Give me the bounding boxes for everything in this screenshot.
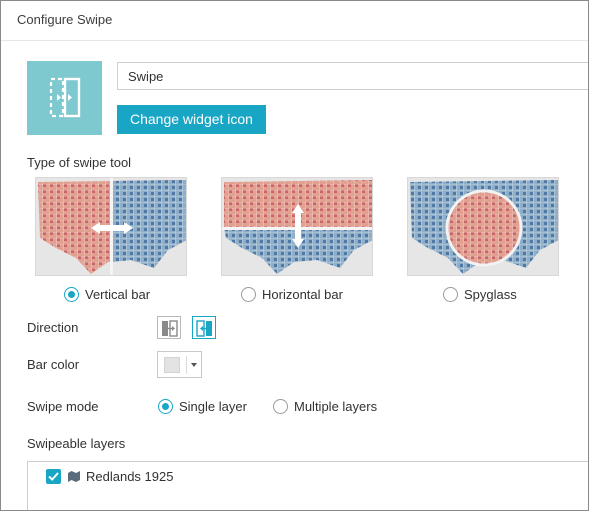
direction-left-to-right-button[interactable]	[157, 316, 181, 339]
radio-single-layer-circle[interactable]	[158, 399, 173, 414]
change-widget-icon-button[interactable]: Change widget icon	[117, 105, 266, 134]
radio-spyglass-label: Spyglass	[464, 287, 517, 302]
radio-vertical-bar-circle[interactable]	[64, 287, 79, 302]
radio-multiple-layers[interactable]: Multiple layers	[273, 399, 377, 414]
dialog-title: Configure Swipe	[17, 12, 113, 27]
swipeable-layers-list: Redlands 1925	[27, 461, 588, 510]
radio-vertical-bar-label: Vertical bar	[85, 287, 151, 302]
radio-horizontal-bar-label: Horizontal bar	[262, 287, 343, 302]
swipe-right-to-left-icon	[196, 320, 212, 337]
swipe-mode-label: Swipe mode	[27, 399, 99, 414]
radio-vertical-bar[interactable]: Vertical bar	[64, 287, 150, 302]
spyglass-preview[interactable]	[407, 177, 559, 276]
dialog-titlebar: Configure Swipe	[1, 1, 588, 41]
map-layer-icon	[68, 471, 80, 482]
radio-multiple-layers-label: Multiple layers	[294, 399, 378, 414]
configure-swipe-dialog: Configure Swipe Change widget icon Type …	[0, 0, 589, 511]
swipe-left-to-right-icon	[162, 320, 178, 337]
radio-multiple-layers-circle[interactable]	[273, 399, 288, 414]
direction-right-to-left-button[interactable]	[192, 316, 216, 339]
bar-color-label: Bar color	[27, 357, 80, 372]
radio-single-layer[interactable]: Single layer	[158, 399, 247, 414]
horizontal-bar-preview[interactable]	[221, 177, 373, 276]
swipe-widget-icon[interactable]	[27, 61, 102, 135]
swipe-type-label: Type of swipe tool	[27, 155, 132, 170]
vertical-bar-preview[interactable]	[35, 177, 187, 276]
radio-spyglass-circle[interactable]	[443, 287, 458, 302]
bar-color-swatch	[164, 357, 180, 373]
layer-name: Redlands 1925	[86, 469, 174, 484]
radio-spyglass[interactable]: Spyglass	[443, 287, 517, 302]
direction-label: Direction	[27, 320, 79, 335]
radio-single-layer-label: Single layer	[179, 399, 247, 414]
widget-name-input[interactable]	[117, 62, 588, 90]
chevron-down-icon	[191, 363, 197, 367]
radio-horizontal-bar[interactable]: Horizontal bar	[241, 287, 343, 302]
radio-horizontal-bar-circle[interactable]	[241, 287, 256, 302]
layer-checkbox[interactable]	[46, 469, 61, 484]
bar-color-picker[interactable]	[157, 351, 202, 378]
picker-divider	[186, 356, 187, 374]
checkmark-icon	[48, 472, 59, 481]
swipeable-layers-label: Swipeable layers	[27, 436, 126, 451]
